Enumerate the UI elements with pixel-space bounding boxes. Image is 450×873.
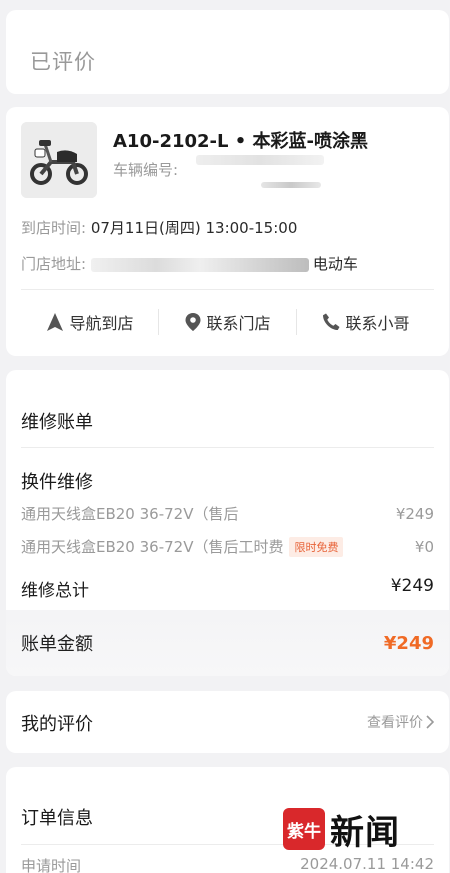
bill-section-title: 换件维修 [21, 472, 93, 493]
scooter-thumbnail [21, 122, 97, 198]
view-review-label: 查看评价 [367, 715, 423, 731]
news-watermark: 紫牛 新闻 [283, 806, 400, 853]
divider [21, 289, 434, 290]
shop-address-row: 门店地址: 电动车 [21, 253, 358, 274]
vehicle-number-label: 车辆编号: [113, 161, 179, 179]
contact-courier-button[interactable]: 联系小哥 [297, 310, 434, 334]
order-info-title: 订单信息 [21, 808, 93, 829]
navigate-to-shop-button[interactable]: 导航到店 [21, 310, 158, 334]
action-bar: 导航到店 联系门店 联系小哥 [21, 305, 434, 339]
repair-total-value: ¥249 [390, 576, 434, 596]
bill-item-price: ¥0 [414, 537, 434, 556]
vehicle-card: A10-2102-L • 本彩蓝-喷涂黑 车辆编号: 到店时间: 07月11日(… [6, 107, 449, 356]
apply-time-label: 申请时间 [21, 857, 82, 873]
repair-total-row: 维修总计 ¥249 [21, 576, 434, 601]
view-review-link[interactable]: 查看评价 [367, 712, 434, 732]
arrival-time-row: 到店时间: 07月11日(周四) 13:00-15:00 [21, 217, 297, 238]
watermark-logo-text: 紫牛 [287, 821, 321, 842]
shop-address-label: 门店地址: [21, 255, 87, 273]
order-status: 已评价 [30, 50, 96, 74]
my-review-title: 我的评价 [21, 714, 93, 735]
arrival-time-label: 到店时间: [21, 219, 87, 237]
bill-item-name: 通用天线盒EB20 36-72V（售后工时费 [21, 538, 284, 556]
bill-amount-label: 账单金额 [21, 634, 93, 655]
contact-shop-label: 联系门店 [206, 314, 271, 333]
apply-time-row: 申请时间 2024.07.11 14:42 [21, 855, 434, 873]
bill-item-name: 通用天线盒EB20 36-72V（售后 [21, 505, 239, 523]
apply-time-value: 2024.07.11 14:42 [300, 855, 434, 873]
redacted-vehicle-number-2 [261, 182, 321, 188]
vehicle-name: A10-2102-L • 本彩蓝-喷涂黑 [113, 131, 368, 152]
bill-item: 通用天线盒EB20 36-72V（售后 ¥249 [21, 503, 434, 524]
arrival-time-value: 07月11日(周四) 13:00-15:00 [90, 219, 298, 237]
watermark-text: 新闻 [330, 812, 400, 853]
chevron-right-icon [426, 715, 434, 729]
redacted-address [90, 257, 309, 272]
bill-item: 通用天线盒EB20 36-72V（售后工时费 限时免费 ¥0 [21, 536, 434, 557]
bill-amount-row: 账单金额 ¥249 [6, 610, 449, 676]
phone-icon [323, 313, 340, 330]
my-review-card[interactable]: 我的评价 查看评价 [6, 691, 449, 753]
redacted-vehicle-number [196, 155, 324, 165]
shop-address-value: 电动车 [312, 255, 358, 273]
repair-bill-card: 维修账单 换件维修 通用天线盒EB20 36-72V（售后 ¥249 通用天线盒… [6, 370, 449, 676]
divider [21, 447, 434, 448]
location-pin-icon [185, 313, 201, 331]
repair-total-label: 维修总计 [21, 581, 89, 601]
watermark-logo: 紫牛 [283, 808, 325, 850]
contact-shop-button[interactable]: 联系门店 [159, 310, 296, 334]
navigate-to-shop-label: 导航到店 [69, 314, 134, 333]
bill-item-price: ¥249 [395, 504, 434, 523]
contact-courier-label: 联系小哥 [345, 314, 410, 333]
bill-amount-value: ¥249 [383, 632, 434, 654]
free-badge: 限时免费 [289, 536, 344, 557]
navigation-icon [47, 313, 64, 331]
bill-title: 维修账单 [21, 412, 93, 433]
status-card: 已评价 [6, 10, 449, 94]
